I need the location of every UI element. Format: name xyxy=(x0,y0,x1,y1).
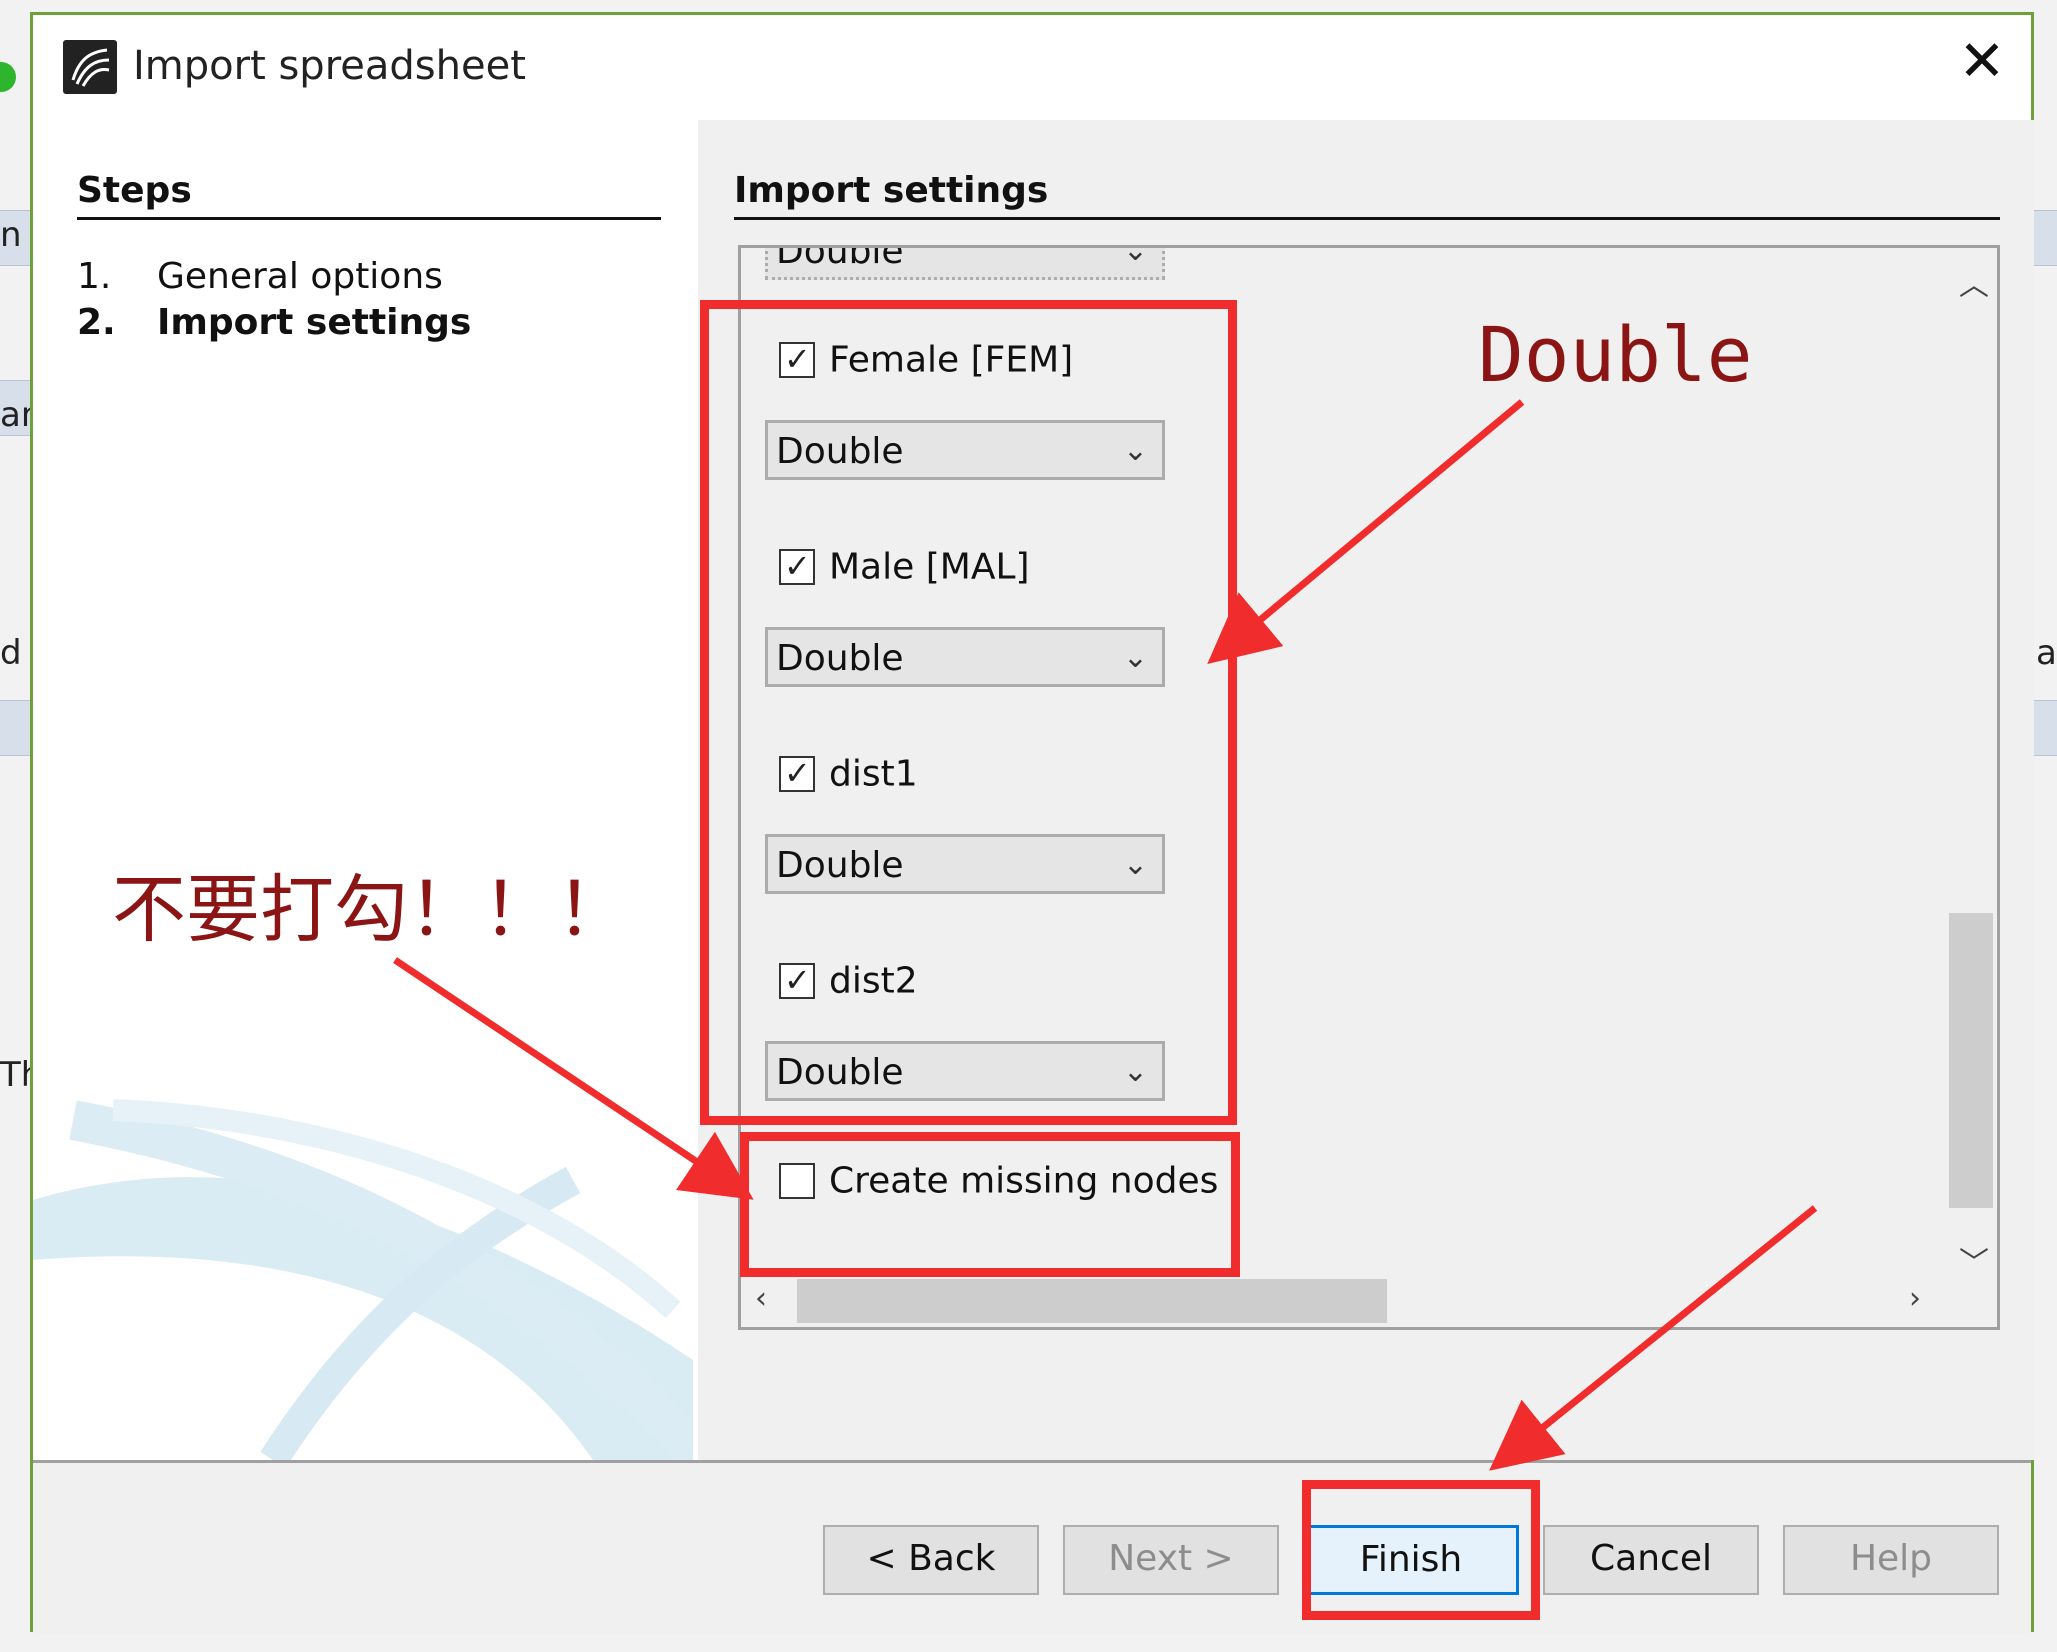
import-settings-heading-rule xyxy=(734,217,2000,220)
cancel-button[interactable]: Cancel xyxy=(1543,1525,1759,1595)
close-icon: ✕ xyxy=(1958,29,2006,94)
vertical-scroll-thumb[interactable] xyxy=(1949,913,1993,1208)
chevron-right-icon[interactable]: › xyxy=(1909,1281,1921,1316)
annotation-box-finish xyxy=(1302,1480,1540,1620)
dialog-footer: < Back Next > Finish Cancel Help xyxy=(33,1460,2031,1635)
dropdown-value: Double xyxy=(776,245,904,272)
horizontal-scroll-thumb[interactable] xyxy=(797,1279,1387,1323)
steps-pane: Steps 1. General options 2. Import setting… xyxy=(33,120,693,1460)
background-row xyxy=(0,700,30,756)
horizontal-scrollbar[interactable]: ‹ › xyxy=(741,1275,1949,1327)
chevron-left-icon[interactable]: ‹ xyxy=(755,1281,767,1316)
decorative-swoosh-graphic xyxy=(33,1099,693,1460)
chevron-up-icon[interactable]: ︿ xyxy=(1959,260,1989,304)
back-button[interactable]: < Back xyxy=(823,1525,1039,1595)
background-row xyxy=(2034,700,2057,756)
annotation-box-columns xyxy=(700,300,1237,1125)
annotation-label-double: Double xyxy=(1478,310,1753,399)
partial-type-dropdown[interactable]: Double ⌄ xyxy=(765,245,1165,280)
dialog-title: Import spreadsheet xyxy=(133,43,526,89)
annotation-label-no-check: 不要打勾！！！ xyxy=(112,867,630,953)
close-button[interactable]: ✕ xyxy=(1947,27,2017,97)
title-bar[interactable]: Import spreadsheet ✕ xyxy=(33,15,2031,120)
annotation-box-create-missing-nodes xyxy=(740,1132,1240,1277)
chevron-down-icon[interactable]: ﹀ xyxy=(1959,1238,1989,1282)
background-row xyxy=(2034,210,2057,266)
chevron-down-icon: ⌄ xyxy=(1122,245,1148,268)
background-text: a xyxy=(2036,633,2057,673)
import-settings-heading: Import settings xyxy=(734,170,1049,211)
vertical-scrollbar[interactable]: ︿ ﹀ xyxy=(1945,248,1997,1281)
next-button[interactable]: Next > xyxy=(1063,1525,1279,1595)
help-button[interactable]: Help xyxy=(1783,1525,1999,1595)
app-icon xyxy=(63,40,117,94)
background-text: n xyxy=(0,215,22,255)
background-status-dot xyxy=(0,62,16,92)
